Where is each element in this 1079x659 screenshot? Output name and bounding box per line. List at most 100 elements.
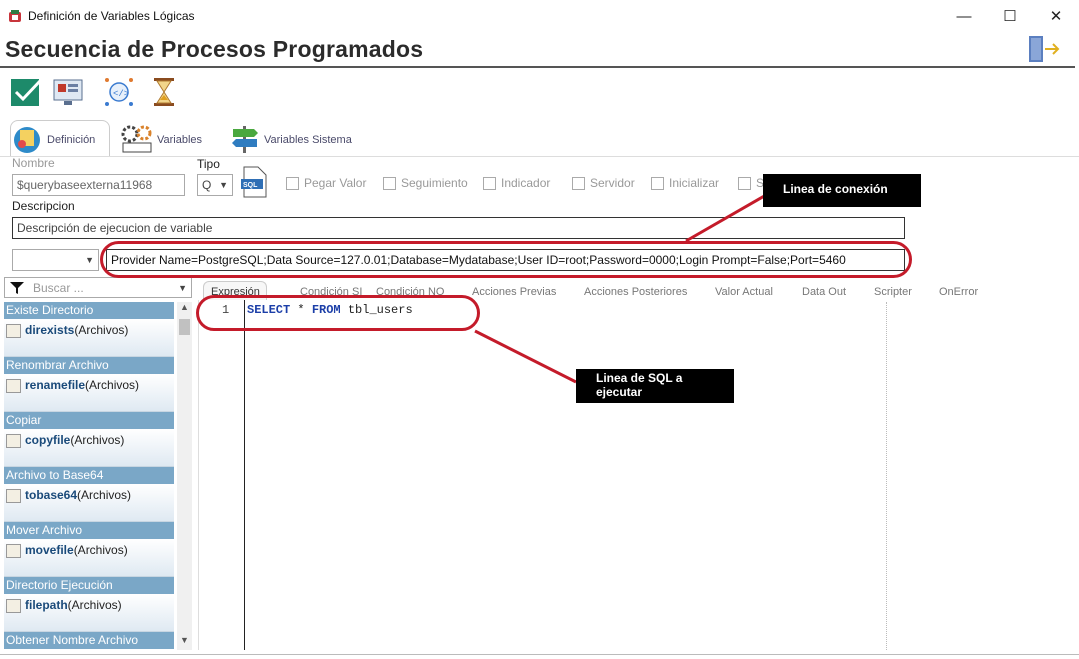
checkbox-label: Indicador bbox=[501, 176, 551, 190]
chevron-down-icon: ▼ bbox=[178, 282, 187, 293]
name-label: Nombre bbox=[12, 156, 55, 170]
function-entry[interactable]: tobase64(Archivos) bbox=[4, 484, 174, 522]
title-divider bbox=[0, 66, 1075, 68]
exit-icon[interactable] bbox=[1027, 34, 1061, 64]
list-item[interactable]: Archivo to Base64 tobase64(Archivos) bbox=[4, 467, 174, 522]
function-args: (Archivos) bbox=[67, 598, 122, 612]
function-args: (Archivos) bbox=[77, 488, 132, 502]
function-icon bbox=[6, 544, 21, 558]
hourglass-icon[interactable] bbox=[148, 76, 180, 108]
list-item[interactable]: Renombrar Archivo renamefile(Archivos) bbox=[4, 357, 174, 412]
list-item[interactable]: Existe Directorio direxists(Archivos) bbox=[4, 302, 174, 357]
description-label: Descripcion bbox=[12, 199, 75, 213]
signpost-icon[interactable] bbox=[230, 124, 260, 154]
connection-highlight-oval bbox=[100, 241, 912, 278]
checkbox-box[interactable] bbox=[383, 176, 396, 190]
description-field[interactable]: Descripción de ejecucion de variable bbox=[12, 217, 905, 239]
sidebar-scrollbar[interactable]: ▲ ▼ bbox=[177, 302, 192, 650]
function-name: renamefile bbox=[25, 378, 86, 392]
group-header: Mover Archivo bbox=[4, 522, 174, 539]
tab-definicion-label: Definición bbox=[47, 134, 96, 146]
tab-acciones-previas[interactable]: Acciones Previas bbox=[472, 286, 556, 298]
svg-text:SQL: SQL bbox=[243, 182, 258, 189]
callout-sql-line1: Linea de SQL a bbox=[596, 371, 683, 385]
list-item[interactable]: Directorio Ejecución filepath(Archivos) bbox=[4, 577, 174, 632]
minimize-button[interactable]: — bbox=[941, 0, 987, 32]
checkbox-box[interactable] bbox=[572, 176, 585, 190]
list-item[interactable]: Copiar copyfile(Archivos) bbox=[4, 412, 174, 467]
function-icon bbox=[6, 599, 21, 613]
group-header: Directorio Ejecución bbox=[4, 577, 174, 594]
callout-sql: Linea de SQL a ejecutar bbox=[576, 369, 734, 403]
app-icon bbox=[9, 10, 21, 22]
tab-onerror[interactable]: OnError bbox=[939, 286, 978, 298]
checkbox-label: Inicializar bbox=[669, 176, 720, 190]
function-entry[interactable]: filepath(Archivos) bbox=[4, 594, 174, 632]
checkbox-pegar-valor[interactable]: Pegar Valor bbox=[286, 176, 366, 190]
tabs-divider bbox=[0, 156, 1079, 157]
name-field[interactable]: $querybaseexterna11968 bbox=[12, 174, 185, 196]
bottom-divider bbox=[0, 654, 1079, 655]
function-entry[interactable]: renamefile(Archivos) bbox=[4, 374, 174, 412]
group-header: Renombrar Archivo bbox=[4, 357, 174, 374]
checkbox-box[interactable] bbox=[738, 176, 751, 190]
checkbox-box[interactable] bbox=[483, 176, 496, 190]
function-name: direxists bbox=[25, 323, 75, 337]
tab-valor-actual[interactable]: Valor Actual bbox=[715, 286, 773, 298]
callout-connection: Linea de conexión bbox=[763, 174, 921, 207]
list-item[interactable]: Mover Archivo movefile(Archivos) bbox=[4, 522, 174, 577]
list-item[interactable]: Obtener Nombre Archivo bbox=[4, 632, 174, 650]
function-name: tobase64 bbox=[25, 488, 78, 502]
function-entry[interactable]: direxists(Archivos) bbox=[4, 319, 174, 357]
type-value: Q bbox=[202, 178, 212, 192]
group-header: Existe Directorio bbox=[4, 302, 174, 319]
maximize-button[interactable]: ☐ bbox=[987, 0, 1033, 32]
function-icon bbox=[6, 379, 21, 393]
editor-gutter-line bbox=[244, 300, 245, 650]
tab-acciones-posteriores[interactable]: Acciones Posteriores bbox=[584, 286, 687, 298]
function-entry[interactable]: copyfile(Archivos) bbox=[4, 429, 174, 467]
close-button[interactable]: ✕ bbox=[1033, 0, 1079, 32]
function-entry[interactable]: movefile(Archivos) bbox=[4, 539, 174, 577]
chevron-down-icon: ▼ bbox=[219, 180, 228, 190]
sql-icon[interactable]: SQL bbox=[240, 166, 268, 198]
function-name: filepath bbox=[25, 598, 68, 612]
function-args: (Archivos) bbox=[73, 543, 128, 557]
type-select[interactable]: Q ▼ bbox=[197, 174, 233, 196]
checkbox-label: Servidor bbox=[590, 176, 635, 190]
chevron-down-icon: ▼ bbox=[85, 255, 94, 265]
checkbox-inicializar[interactable]: Inicializar bbox=[651, 176, 719, 190]
connection-type-select[interactable]: ▼ bbox=[12, 249, 99, 271]
scroll-up-icon[interactable]: ▲ bbox=[177, 302, 192, 317]
scroll-down-icon[interactable]: ▼ bbox=[177, 635, 192, 650]
tab-data-out[interactable]: Data Out bbox=[802, 286, 846, 298]
svg-text:</>: </> bbox=[113, 89, 129, 99]
function-name: movefile bbox=[25, 543, 74, 557]
tab-variables-label[interactable]: Variables bbox=[157, 134, 202, 146]
search-input[interactable]: Buscar ... bbox=[33, 281, 170, 295]
scroll-thumb[interactable] bbox=[179, 319, 190, 335]
checkbox-box[interactable] bbox=[651, 176, 664, 190]
tab-scripter[interactable]: Scripter bbox=[874, 286, 912, 298]
page-title: Secuencia de Procesos Programados bbox=[5, 36, 424, 62]
group-header: Archivo to Base64 bbox=[4, 467, 174, 484]
check-icon[interactable] bbox=[10, 76, 42, 108]
checkbox-s[interactable]: S bbox=[738, 176, 764, 190]
checkbox-label: Pegar Valor bbox=[304, 176, 367, 190]
tab-variables-sistema-label[interactable]: Variables Sistema bbox=[264, 134, 352, 146]
checkbox-indicador[interactable]: Indicador bbox=[483, 176, 550, 190]
checkbox-box[interactable] bbox=[286, 176, 299, 190]
code-icon[interactable]: </> bbox=[103, 76, 135, 108]
checkbox-label: Seguimiento bbox=[401, 176, 468, 190]
sql-editor[interactable] bbox=[198, 300, 1076, 650]
search-box[interactable]: Buscar ... ▼ bbox=[4, 277, 192, 298]
filter-icon[interactable] bbox=[9, 281, 25, 295]
checkbox-servidor[interactable]: Servidor bbox=[572, 176, 635, 190]
function-args: (Archivos) bbox=[85, 378, 140, 392]
editor-pane-divider bbox=[886, 302, 888, 650]
definition-icon bbox=[14, 127, 40, 153]
checkbox-seguimiento[interactable]: Seguimiento bbox=[383, 176, 468, 190]
variables-icon[interactable] bbox=[120, 124, 154, 154]
preview-icon[interactable] bbox=[52, 76, 84, 108]
function-icon bbox=[6, 324, 21, 338]
